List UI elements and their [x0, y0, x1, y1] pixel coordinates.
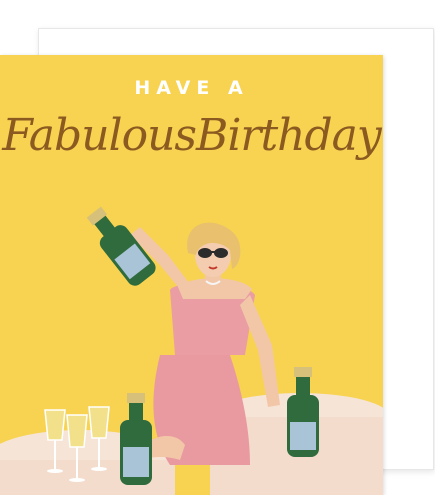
- greeting-card: HAVE A FabulousBirthday: [0, 55, 383, 495]
- right-table-bottle: [287, 367, 319, 457]
- card-illustration: [0, 206, 383, 495]
- resting-arm: [240, 295, 280, 407]
- left-table-bottle: [120, 393, 152, 485]
- champagne-glasses: [44, 406, 110, 482]
